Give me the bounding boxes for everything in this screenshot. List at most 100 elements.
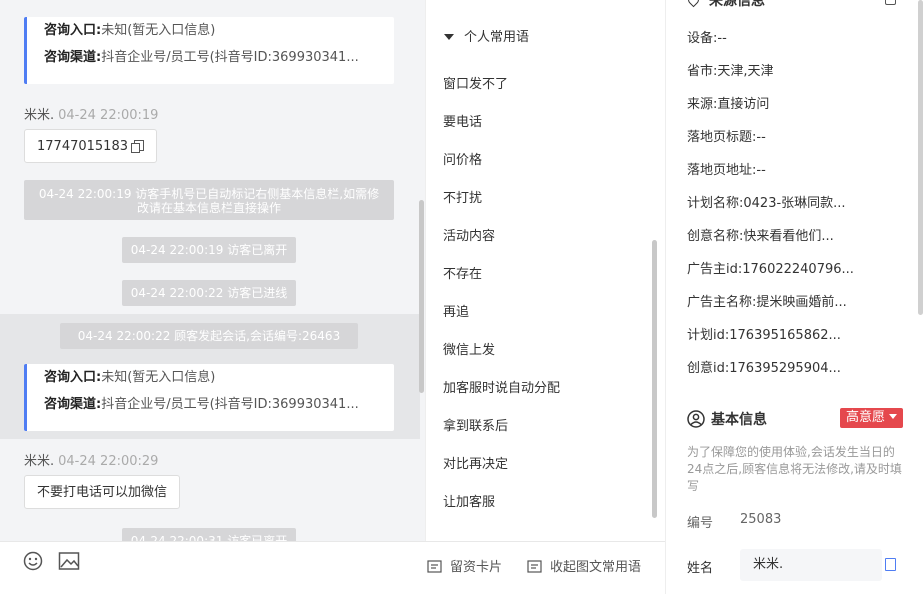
edit-deadline-notice: 为了保障您的使用体验,会话发生当日的24点之后,顾客信息将无法修改,请及时填写 — [687, 445, 902, 493]
info-field: 广告主id:176022240796... — [687, 258, 854, 277]
id-label: 编号 — [687, 516, 714, 531]
info-field-value: -- — [756, 163, 766, 178]
name-input[interactable]: 米米. — [740, 549, 882, 581]
phrase-item[interactable]: 微信上发 — [443, 339, 495, 358]
copy-icon[interactable] — [885, 558, 896, 571]
info-field-label: 来源: — [687, 97, 718, 112]
basic-info-header: 基本信息 — [687, 409, 767, 429]
intent-dropdown[interactable]: 高意愿 — [840, 408, 904, 428]
message-text: 不要打电话可以加微信 — [37, 485, 168, 500]
channel-label: 咨询渠道: — [44, 50, 102, 65]
info-field-label: 落地页标题: — [687, 130, 757, 145]
message-bubble[interactable]: 不要打电话可以加微信 — [24, 475, 181, 509]
caret-down-icon — [889, 414, 898, 419]
collapse-phrases-label: 收起图文常用语 — [550, 560, 642, 575]
info-field-value: 直接访问 — [717, 97, 770, 112]
phrase-item[interactable]: 让加客服 — [443, 491, 495, 510]
info-field-label: 计划id: — [687, 328, 730, 343]
message-text: 17747015183 — [37, 139, 128, 154]
emoji-icon[interactable] — [23, 551, 43, 575]
message-bubble[interactable]: 17747015183 — [24, 129, 158, 163]
info-field-value: 快来看看他们... — [743, 229, 834, 244]
info-field: 创意名称:快来看看他们... — [687, 225, 834, 244]
lead-card-button[interactable]: 留资卡片 — [427, 556, 502, 575]
info-field-value: 176395165862... — [729, 328, 841, 343]
system-message: 04-24 22:00:19 访客手机号已自动标记右侧基本信息栏,如需修改请在基… — [24, 180, 394, 220]
info-field: 省市:天津,天津 — [687, 60, 774, 79]
phrase-group-header[interactable]: 个人常用语 — [444, 26, 529, 45]
phrase-group-label: 个人常用语 — [464, 30, 530, 45]
info-field: 计划id:176395165862... — [687, 324, 841, 343]
collapse-phrases-button[interactable]: 收起图文常用语 — [527, 556, 641, 575]
message-sender: 米米. 04-24 22:00:29 — [24, 450, 158, 469]
phrase-item[interactable]: 不存在 — [443, 263, 482, 282]
channel-label: 咨询渠道: — [44, 397, 102, 412]
info-field: 来源:直接访问 — [687, 93, 769, 112]
channel-value: 抖音企业号/员工号(抖音号ID:369930341... — [101, 397, 359, 412]
info-field-label: 落地页地址: — [687, 163, 757, 178]
info-field: 创意id:176395295904... — [687, 357, 841, 376]
lead-card-label: 留资卡片 — [450, 560, 503, 575]
phrase-item[interactable]: 问价格 — [443, 149, 482, 168]
basic-info-title: 基本信息 — [711, 412, 767, 428]
info-field-label: 创意名称: — [687, 229, 744, 244]
sender-name: 米米. — [24, 108, 55, 123]
phrase-item[interactable]: 拿到联系后 — [443, 415, 508, 434]
source-info-header: 来源信息 — [685, 0, 765, 10]
caret-down-icon — [444, 34, 454, 40]
phrase-item[interactable]: 不打扰 — [443, 187, 482, 206]
phrase-scrollbar[interactable] — [652, 240, 657, 518]
info-field: 广告主名称:提米映画婚前... — [687, 291, 847, 310]
card-icon — [527, 560, 542, 573]
entry-value: 未知(暂无入口信息) — [101, 23, 216, 38]
edit-icon[interactable] — [885, 0, 896, 5]
phrase-item[interactable]: 对比再决定 — [443, 453, 508, 472]
info-field-label: 创意id: — [687, 361, 730, 376]
copy-icon[interactable] — [131, 140, 145, 153]
quick-phrase-panel: 个人常用语 窗口发不了要电话问价格不打扰活动内容不存在再追微信上发加客服时说自动… — [425, 0, 666, 541]
channel-value: 抖音企业号/员工号(抖音号ID:369930341... — [101, 50, 359, 65]
system-message: 04-24 22:00:22 顾客发起会话,会话编号:26463 — [60, 323, 358, 349]
entry-value: 未知(暂无入口信息) — [101, 370, 216, 385]
info-field-value: -- — [717, 31, 727, 46]
phrase-item[interactable]: 加客服时说自动分配 — [443, 377, 560, 396]
info-field-label: 计划名称: — [687, 196, 744, 211]
info-field-label: 设备: — [687, 31, 718, 46]
name-label: 姓名 — [687, 561, 714, 576]
message-time: 04-24 22:00:29 — [58, 454, 159, 469]
info-field-value: 176022240796... — [742, 262, 854, 277]
info-field: 计划名称:0423-张琳同款... — [687, 192, 846, 211]
info-scrollbar[interactable] — [918, 0, 923, 315]
message-time: 04-24 22:00:19 — [58, 108, 159, 123]
input-toolbar: 留资卡片 收起图文常用语 — [0, 541, 665, 595]
system-message: 04-24 22:00:31 访客已离开 — [122, 528, 296, 541]
source-info-title: 来源信息 — [709, 0, 765, 9]
phrase-item[interactable]: 窗口发不了 — [443, 73, 508, 92]
sender-name: 米米. — [24, 454, 55, 469]
user-circle-icon — [687, 410, 705, 428]
phrase-item[interactable]: 再追 — [443, 301, 469, 320]
entry-label: 咨询入口: — [44, 370, 102, 385]
location-pin-icon — [685, 0, 702, 8]
chat-pane: 咨询入口:未知(暂无入口信息) 咨询渠道:抖音企业号/员工号(抖音号ID:369… — [0, 0, 425, 541]
info-field-value: 176395295904... — [729, 361, 841, 376]
info-field: 设备:-- — [687, 27, 727, 46]
system-message: 04-24 22:00:22 访客已进线 — [122, 280, 296, 306]
phrase-item[interactable]: 活动内容 — [443, 225, 495, 244]
image-icon[interactable] — [58, 551, 80, 575]
info-field: 落地页地址:-- — [687, 159, 766, 178]
visitor-info-panel: 来源信息 设备:-- 省市:天津,天津 来源:直接访问 落地页标题:-- 落地页地址:-… — [665, 0, 923, 594]
consult-info-card: 咨询入口:未知(暂无入口信息) 咨询渠道:抖音企业号/员工号(抖音号ID:369… — [24, 17, 394, 84]
phrase-item[interactable]: 要电话 — [443, 111, 482, 130]
info-field-value: -- — [756, 130, 766, 145]
system-message: 04-24 22:00:19 访客已离开 — [122, 237, 296, 263]
info-field-value: 天津,天津 — [717, 64, 774, 79]
info-field-label: 广告主id: — [687, 262, 743, 277]
chat-scrollbar[interactable] — [419, 200, 424, 393]
info-field: 落地页标题:-- — [687, 126, 766, 145]
info-field-value: 0423-张琳同款... — [743, 196, 846, 211]
id-value: 25083 — [740, 512, 782, 527]
consult-info-card: 咨询入口:未知(暂无入口信息) 咨询渠道:抖音企业号/员工号(抖音号ID:369… — [24, 364, 394, 431]
info-field-label: 广告主名称: — [687, 295, 757, 310]
card-icon — [427, 560, 442, 573]
